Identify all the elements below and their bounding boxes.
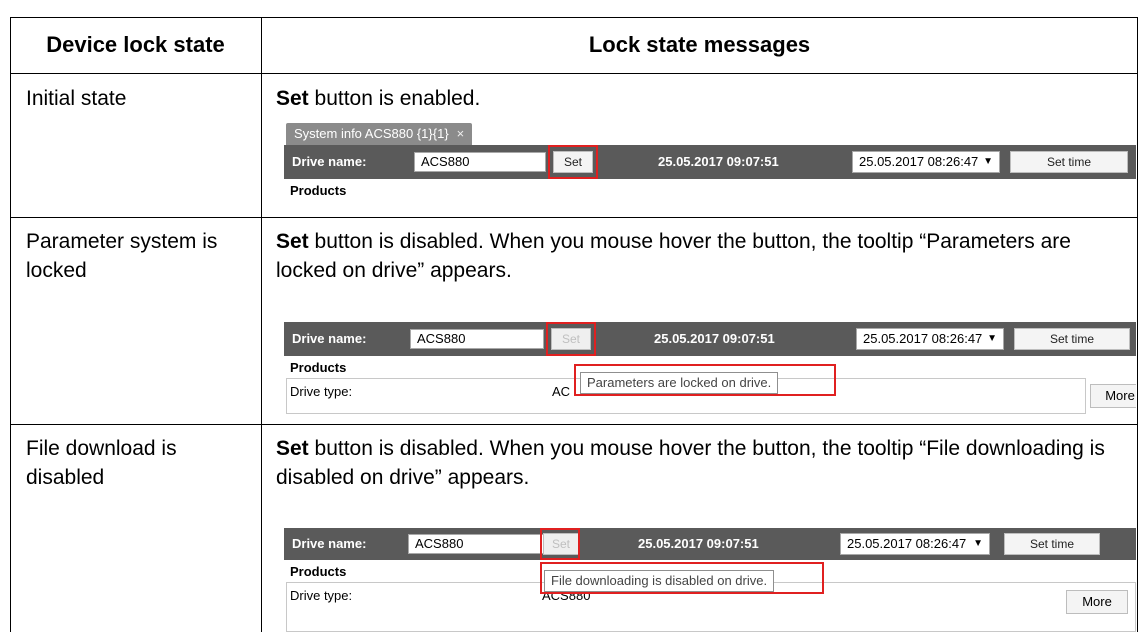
table-border-right <box>1137 17 1138 632</box>
set-time-button[interactable]: Set time <box>1004 533 1100 555</box>
message-file-download-disabled: Set button is disabled. When you mouse h… <box>276 434 1136 492</box>
drive-toolbar: Drive name: ACS880 Set 25.05.2017 09:07:… <box>284 322 1136 356</box>
drive-name-label: Drive name: <box>292 536 367 551</box>
set-time-button[interactable]: Set time <box>1014 328 1130 350</box>
drive-toolbar: Drive name: ACS880 Set 25.05.2017 09:07:… <box>284 145 1136 179</box>
drive-name-label: Drive name: <box>292 154 367 169</box>
chevron-down-icon: ▼ <box>983 156 993 167</box>
message-text: button is enabled. <box>308 87 481 110</box>
message-text: button is disabled. When you mouse hover… <box>276 437 1105 489</box>
state-initial: Initial state <box>26 87 127 110</box>
tab-bar: System info ACS880 {1}{1} × <box>284 121 1136 145</box>
state-parameter-locked: Parameter system is locked <box>26 230 218 282</box>
tab-system-info[interactable]: System info ACS880 {1}{1} × <box>286 123 473 145</box>
lock-state-table: Device lock state Lock state messages In… <box>0 0 1148 632</box>
state-file-download-disabled: File download is disabled <box>26 437 177 489</box>
header-device-lock-state: Device lock state <box>46 32 225 57</box>
drive-type-label: Drive type: <box>290 384 353 399</box>
close-icon[interactable]: × <box>457 126 465 141</box>
chevron-down-icon: ▼ <box>973 538 983 549</box>
drive-name-input[interactable]: ACS880 <box>408 534 544 554</box>
time-select[interactable]: 25.05.2017 08:26:47 ▼ <box>852 151 1000 173</box>
highlight-tooltip <box>540 562 824 594</box>
set-time-button[interactable]: Set time <box>1010 151 1128 173</box>
time-select-value: 25.05.2017 08:26:47 <box>859 154 979 169</box>
more-button[interactable]: More <box>1066 590 1128 614</box>
drive-timestamp: 25.05.2017 09:07:51 <box>658 154 779 169</box>
screenshot-file-download-disabled: Drive name: ACS880 Set 25.05.2017 09:07:… <box>284 528 1136 632</box>
products-label: Products <box>290 564 347 579</box>
products-label: Products <box>290 183 347 198</box>
highlight-tooltip <box>574 364 836 396</box>
time-select-value: 25.05.2017 08:26:47 <box>847 536 967 551</box>
chevron-down-icon: ▼ <box>987 333 997 344</box>
screenshot-initial: System info ACS880 {1}{1} × Drive name: A… <box>284 121 1136 205</box>
drive-name-input[interactable]: ACS880 <box>410 329 544 349</box>
table-border-left <box>10 17 11 632</box>
highlight-set-button <box>546 322 596 356</box>
drive-timestamp: 25.05.2017 09:07:51 <box>654 331 775 346</box>
table-row-divider <box>10 217 1138 218</box>
time-select-value: 25.05.2017 08:26:47 <box>863 331 983 346</box>
drive-toolbar: Drive name: ACS880 Set 25.05.2017 09:07:… <box>284 528 1136 560</box>
time-select[interactable]: 25.05.2017 08:26:47 ▼ <box>840 533 990 555</box>
table-row-divider <box>10 73 1138 74</box>
more-button[interactable]: More <box>1090 384 1136 408</box>
message-set-bold: Set <box>276 230 309 253</box>
products-panel: Products <box>284 179 1136 205</box>
highlight-set-button <box>540 528 580 560</box>
tab-label: System info ACS880 {1}{1} <box>294 126 449 141</box>
drive-type-label: Drive type: <box>290 588 353 603</box>
drive-name-label: Drive name: <box>292 331 367 346</box>
message-parameter-locked: Set button is disabled. When you mouse h… <box>276 227 1136 285</box>
table-column-divider <box>261 17 262 632</box>
message-set-bold: Set <box>276 87 309 110</box>
drive-name-input[interactable]: ACS880 <box>414 152 546 172</box>
header-lock-state-messages: Lock state messages <box>588 32 811 57</box>
highlight-set-button <box>548 145 598 179</box>
screenshot-parameter-locked: Drive name: ACS880 Set 25.05.2017 09:07:… <box>284 322 1136 414</box>
message-text: button is disabled. When you mouse hover… <box>276 230 1071 282</box>
table-row-divider <box>10 424 1138 425</box>
message-set-bold: Set <box>276 437 309 460</box>
products-label: Products <box>290 360 347 375</box>
drive-timestamp: 25.05.2017 09:07:51 <box>638 536 759 551</box>
time-select[interactable]: 25.05.2017 08:26:47 ▼ <box>856 328 1004 350</box>
message-initial: Set button is enabled. <box>276 84 1136 113</box>
drive-type-value: AC <box>552 384 571 399</box>
